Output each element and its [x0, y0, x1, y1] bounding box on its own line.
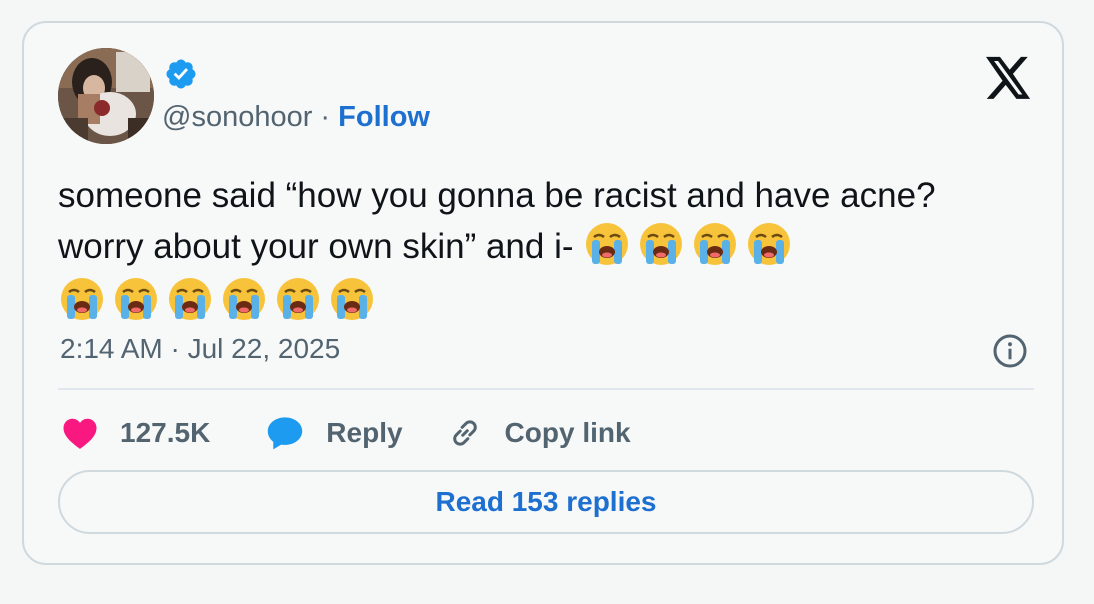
divider	[58, 388, 1034, 390]
heart-icon	[63, 418, 97, 449]
read-replies-button[interactable]: Read 153 replies	[58, 470, 1034, 534]
reply-bubble-icon	[268, 417, 303, 450]
loudly-crying-face-emoji	[115, 278, 157, 320]
link-icon	[452, 420, 477, 446]
loudly-crying-face-emoji	[331, 278, 373, 320]
action-bar: 127.5K Reply Copy link	[62, 411, 631, 455]
tweet-card: @sonohoor · Follow someone said “how you…	[22, 21, 1064, 565]
copy-link-button[interactable]: Copy link	[447, 415, 631, 451]
loudly-crying-face-emoji	[748, 223, 791, 265]
info-icon[interactable]	[992, 333, 1028, 369]
loudly-crying-face-emoji	[223, 278, 265, 320]
handle-row: @sonohoor · Follow	[162, 99, 430, 135]
loudly-crying-face-emoji	[640, 223, 683, 265]
handle-separator: ·	[312, 101, 339, 133]
reply-button[interactable]: Reply	[266, 415, 403, 451]
follow-button[interactable]: Follow	[338, 101, 430, 133]
loudly-crying-face-emoji	[277, 278, 319, 320]
avatar-image	[58, 48, 154, 144]
loudly-crying-face-emoji	[694, 223, 737, 265]
reply-label: Reply	[326, 417, 403, 448]
emoji-group-1	[583, 220, 793, 268]
user-handle[interactable]: @sonohoor	[162, 101, 312, 133]
loudly-crying-face-emoji	[169, 278, 211, 320]
avatar[interactable]	[58, 48, 154, 144]
copy-link-label: Copy link	[504, 417, 631, 448]
emoji-group-2	[58, 275, 1018, 323]
like-button[interactable]: 127.5K	[62, 416, 210, 450]
tweet-text: someone said “how you gonna be racist an…	[58, 171, 1018, 323]
loudly-crying-face-emoji	[61, 278, 103, 320]
timestamp[interactable]: 2:14 AM · Jul 22, 2025	[60, 331, 340, 367]
x-logo-icon[interactable]	[986, 56, 1032, 100]
loudly-crying-face-emoji	[586, 223, 629, 265]
tweet-body: someone said “how you gonna be racist an…	[58, 176, 936, 266]
verified-badge-icon	[166, 59, 196, 89]
like-count: 127.5K	[120, 417, 211, 448]
